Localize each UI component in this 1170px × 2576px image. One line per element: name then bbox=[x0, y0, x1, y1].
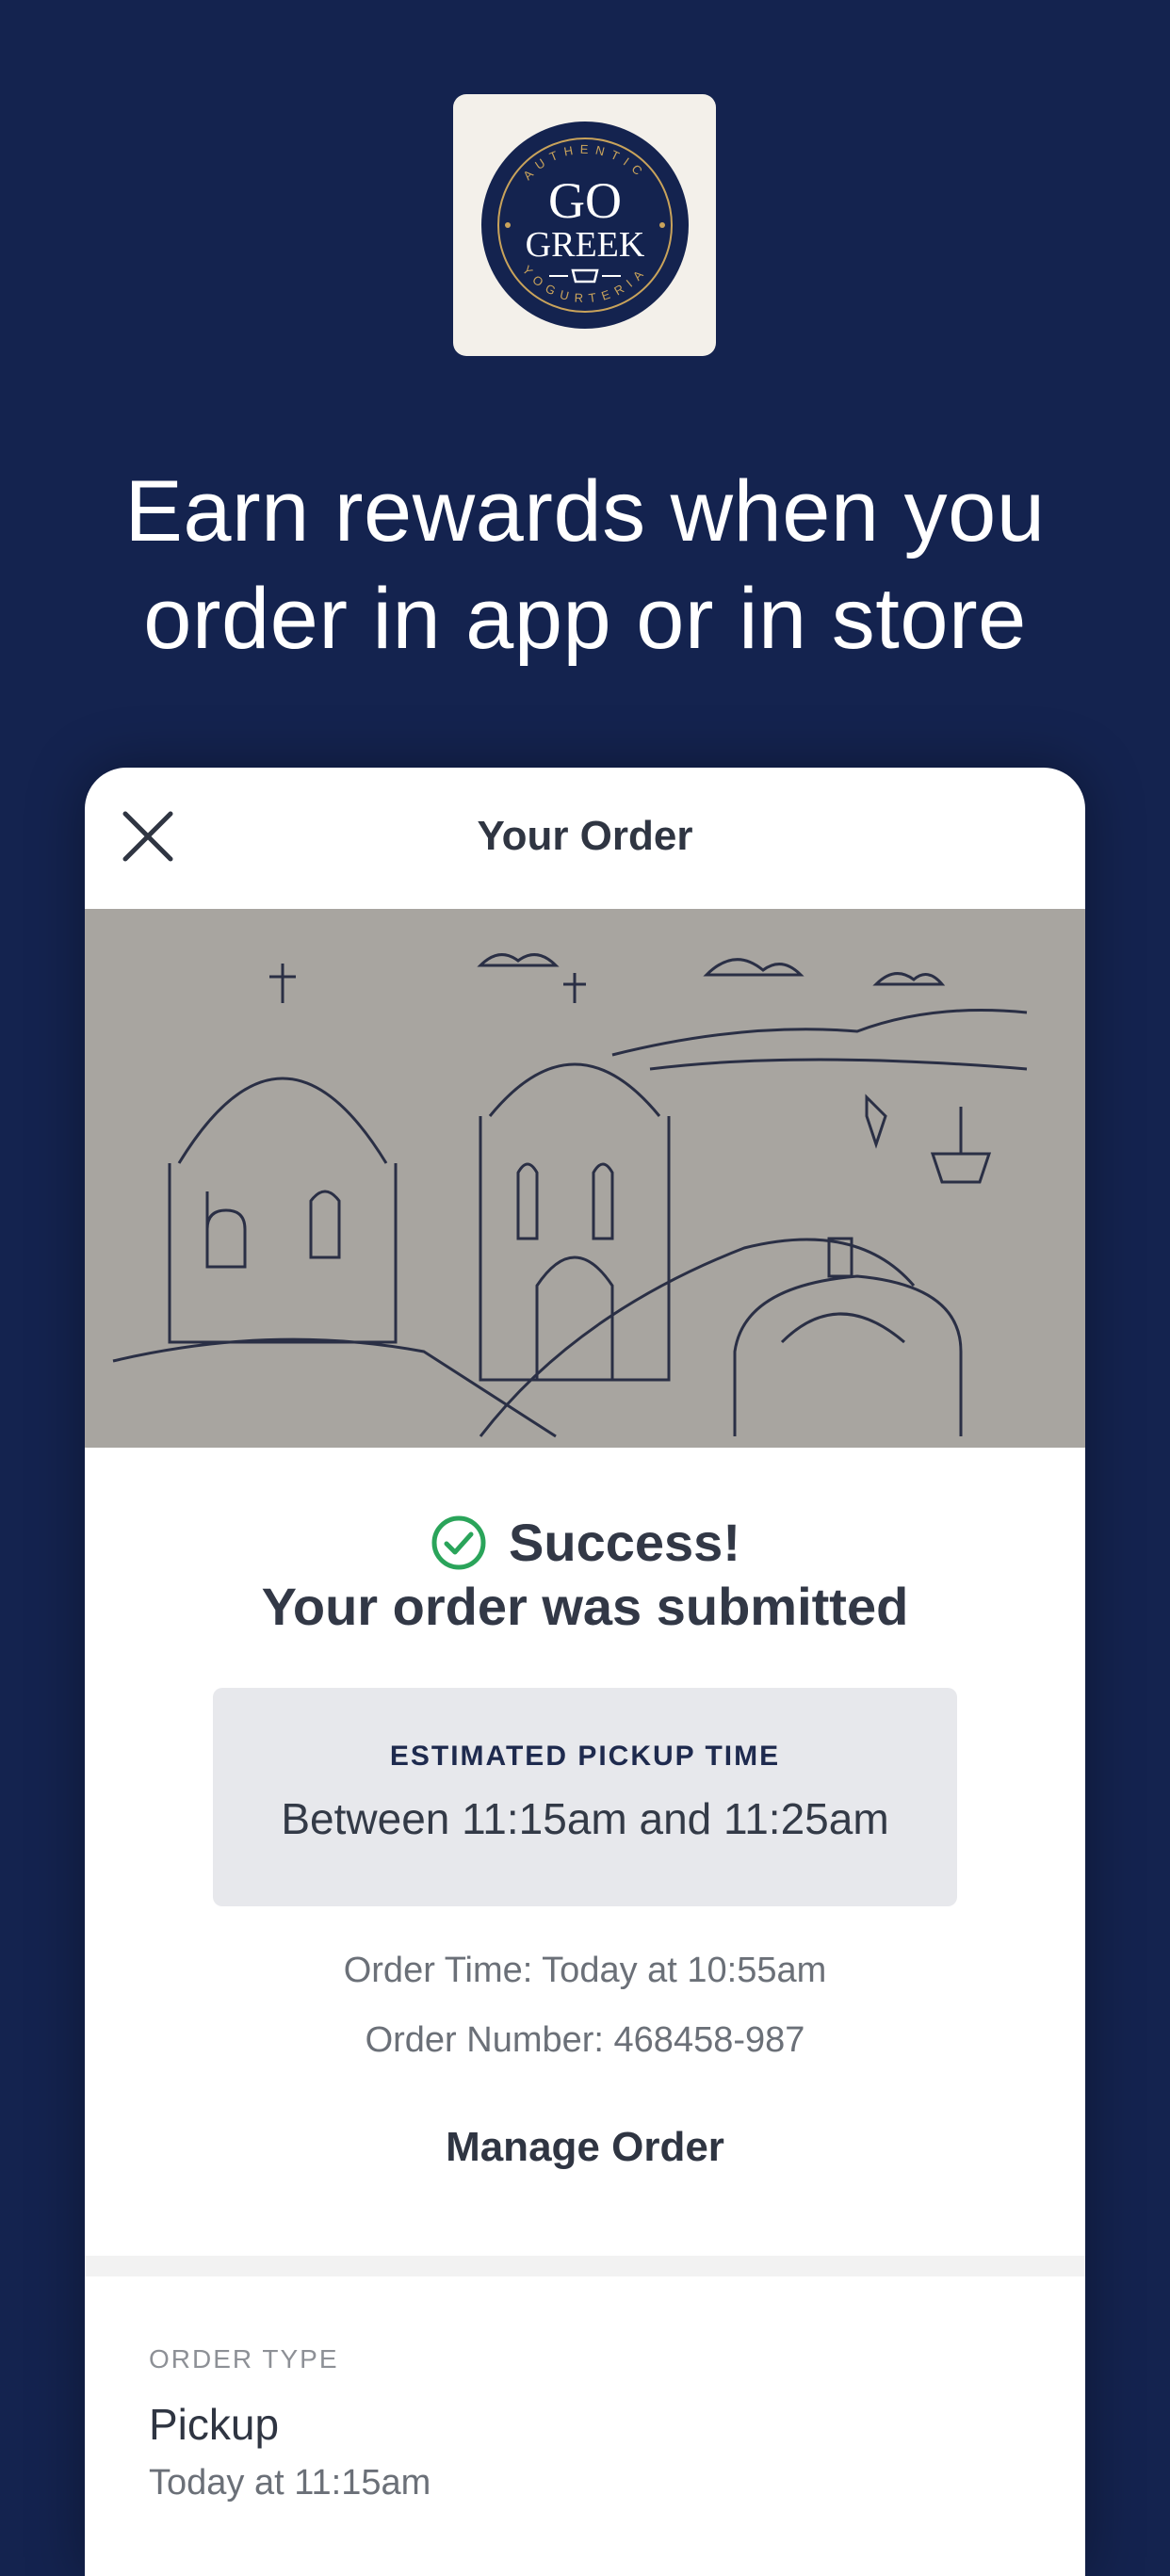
check-circle-icon bbox=[431, 1515, 486, 1569]
pickup-time-box: ESTIMATED PICKUP TIME Between 11:15am an… bbox=[213, 1688, 957, 1906]
order-card: Your Order Success! Your order was submi… bbox=[85, 768, 1085, 2576]
santorini-illustration bbox=[85, 909, 1085, 1448]
manage-order-button[interactable]: Manage Order bbox=[85, 2124, 1085, 2171]
svg-text:GREEK: GREEK bbox=[525, 225, 644, 265]
order-type-label: ORDER TYPE bbox=[149, 2344, 339, 2373]
brand-logo: AUTHENTIC YOGURTERIA GO GREEK bbox=[453, 94, 716, 356]
section-divider bbox=[85, 2256, 1085, 2276]
pickup-time-label: ESTIMATED PICKUP TIME bbox=[389, 1741, 781, 1772]
success-heading: Success! bbox=[85, 1512, 1085, 1573]
success-subtitle: Your order was submitted bbox=[261, 1577, 909, 1636]
card-title: Your Order bbox=[477, 813, 693, 859]
order-number: Order Number: 468458-987 bbox=[365, 2020, 805, 2060]
card-header: Your Order bbox=[85, 768, 1085, 909]
order-time: Order Time: Today at 10:55am bbox=[343, 1951, 827, 1990]
order-type-time: Today at 11:15am bbox=[149, 2463, 431, 2503]
order-type-value: Pickup bbox=[149, 2400, 280, 2449]
go-greek-logo-icon: AUTHENTIC YOGURTERIA GO GREEK bbox=[480, 122, 689, 329]
success-title: Success! bbox=[509, 1513, 740, 1572]
pickup-time-value: Between 11:15am and 11:25am bbox=[281, 1794, 889, 1843]
headline: Earn rewards when you order in app or in… bbox=[124, 463, 1046, 667]
svg-text:GO: GO bbox=[548, 172, 622, 229]
